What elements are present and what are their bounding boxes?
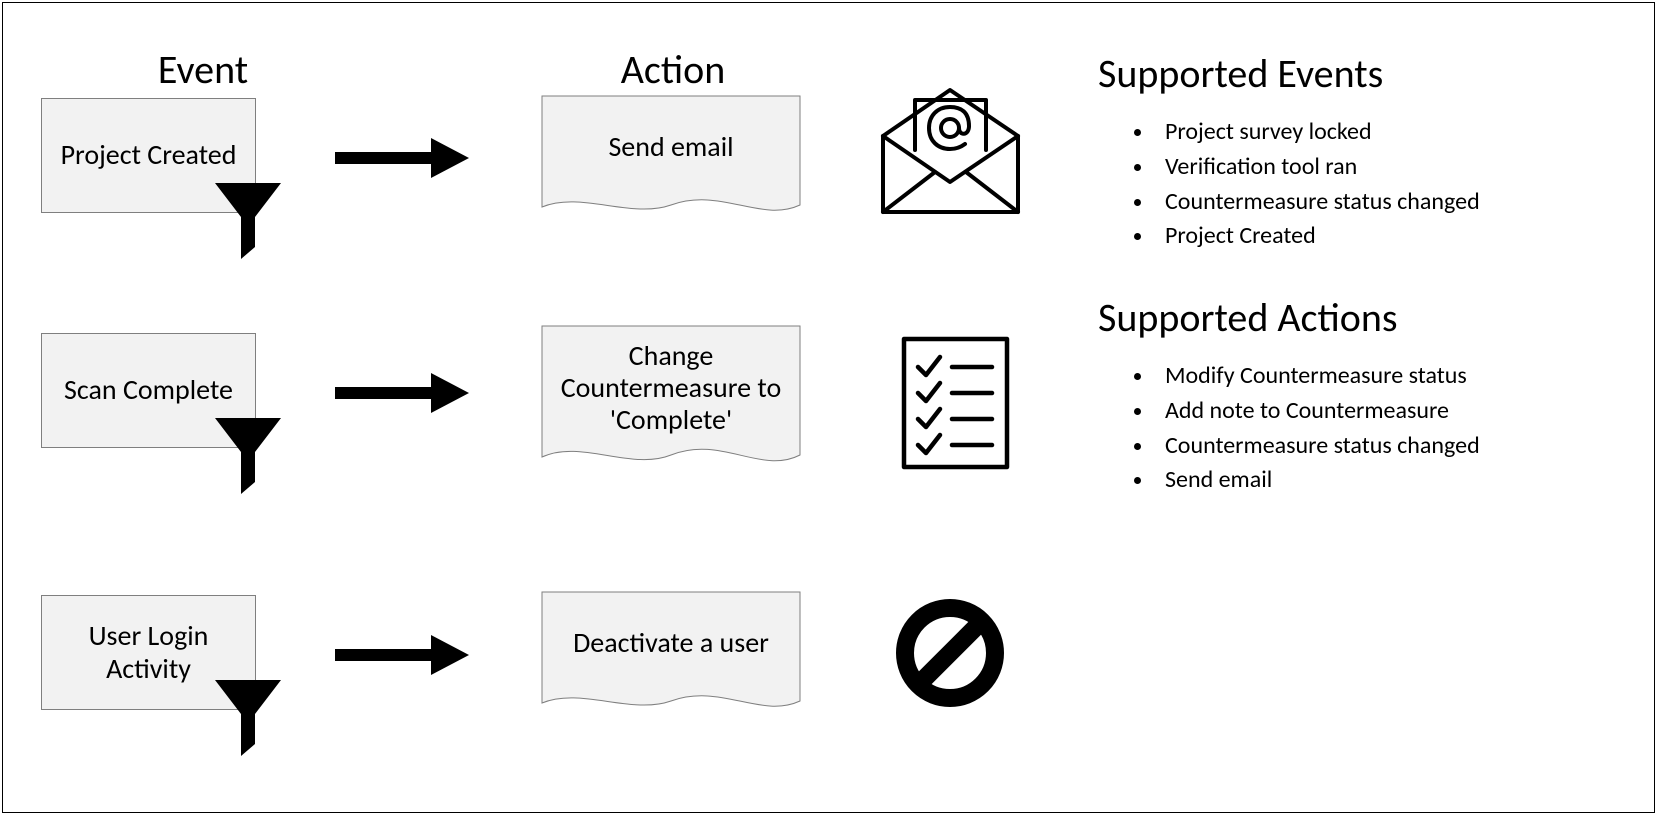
heading-action: Action [573,45,773,94]
heading-supported-actions: Supported Actions [1098,293,1398,342]
funnel-icon [213,678,283,758]
list-supported-actions: Modify Countermeasure status Add note to… [1101,359,1480,498]
list-item: Project Created [1155,219,1480,254]
list-item: Countermeasure status changed [1155,185,1480,220]
action-label-deactivate-user: Deactivate a user [541,591,801,695]
action-label-change-countermeasure: Change Countermeasure to 'Complete' [541,325,801,451]
arrow-icon [331,134,471,182]
list-item: Countermeasure status changed [1155,429,1480,464]
arrow-icon [331,369,471,417]
arrow-icon [331,631,471,679]
heading-event: Event [103,45,303,94]
diagram-canvas: Event Action Project Created Send email … [2,2,1655,813]
checklist-icon [898,333,1013,473]
list-item: Send email [1155,463,1480,498]
action-label-send-email: Send email [541,95,801,199]
prohibit-icon [895,598,1005,708]
email-at-icon [873,78,1028,218]
list-supported-events: Project survey locked Verification tool … [1101,115,1480,254]
list-item: Verification tool ran [1155,150,1480,185]
funnel-icon [213,181,283,261]
list-item: Project survey locked [1155,115,1480,150]
funnel-icon [213,416,283,496]
list-item: Add note to Countermeasure [1155,394,1480,429]
heading-supported-events: Supported Events [1098,49,1383,98]
list-item: Modify Countermeasure status [1155,359,1480,394]
